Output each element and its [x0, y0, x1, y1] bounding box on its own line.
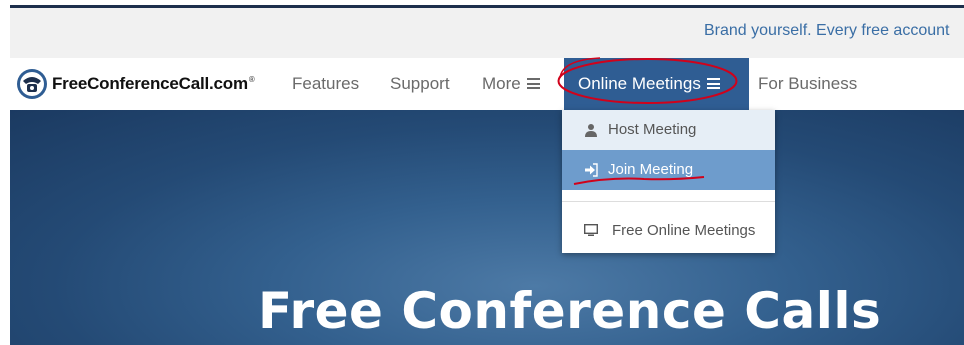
- main-nav: FreeConferenceCall.com® Features Support…: [10, 58, 964, 110]
- user-icon: [585, 124, 597, 137]
- nav-more[interactable]: More: [482, 74, 540, 94]
- dropdown-item-free-online-meetings[interactable]: Free Online Meetings: [562, 211, 775, 251]
- monitor-icon: [584, 224, 598, 236]
- logo-text: FreeConferenceCall.com®: [52, 74, 255, 93]
- dropdown-item-join-meeting[interactable]: Join Meeting: [562, 150, 775, 190]
- dropdown-divider: [562, 201, 775, 202]
- hamburger-icon: [706, 78, 720, 89]
- host-meeting-label: Host Meeting: [608, 121, 697, 138]
- site-logo[interactable]: FreeConferenceCall.com®: [16, 68, 255, 100]
- hamburger-icon: [526, 78, 540, 89]
- nav-for-business[interactable]: For Business: [758, 74, 857, 94]
- sign-in-icon: [585, 163, 598, 177]
- nav-online-meetings[interactable]: Online Meetings: [564, 58, 749, 110]
- promo-banner-text[interactable]: Brand yourself. Every free account: [704, 22, 949, 40]
- online-meetings-dropdown: Host Meeting Join Meeting Free Online Me…: [562, 110, 775, 253]
- phone-logo-icon: [17, 69, 47, 99]
- join-meeting-label: Join Meeting: [608, 161, 694, 178]
- nav-more-label: More: [482, 74, 521, 93]
- nav-support[interactable]: Support: [390, 74, 450, 94]
- nav-online-meetings-label: Online Meetings: [578, 74, 720, 94]
- hero-section: Free Conference Calls: [10, 110, 964, 345]
- hero-title: Free Conference Calls: [258, 282, 882, 340]
- promo-banner[interactable]: Brand yourself. Every free account: [10, 8, 964, 58]
- free-online-meetings-label: Free Online Meetings: [612, 222, 756, 239]
- dropdown-item-host-meeting[interactable]: Host Meeting: [562, 110, 775, 150]
- nav-features[interactable]: Features: [292, 74, 359, 94]
